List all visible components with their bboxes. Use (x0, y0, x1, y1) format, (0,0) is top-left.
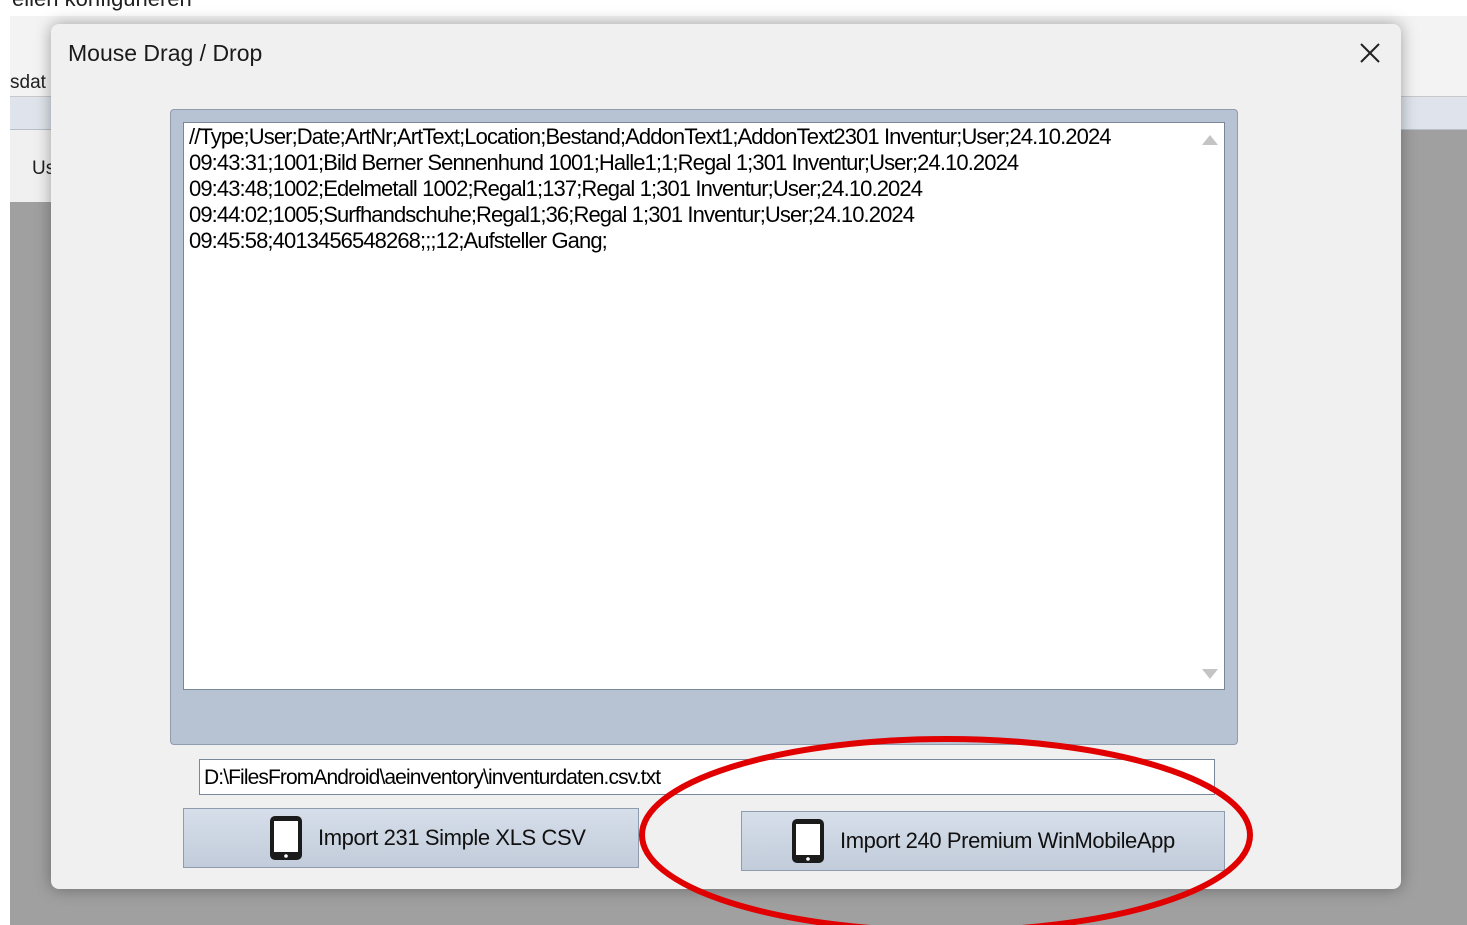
csv-line: 09:45:58;4013456548268;;;12;Aufsteller G… (189, 228, 608, 253)
import-240-label: Import 240 Premium WinMobileApp (840, 828, 1175, 853)
csv-line: 09:43:31;1001;Bild Berner Sennenhund 100… (189, 150, 1019, 175)
vertical-scrollbar[interactable] (1196, 123, 1224, 689)
close-icon (1360, 43, 1380, 63)
csv-line: 09:44:02;1005;Surfhandschuhe;Regal1;36;R… (189, 202, 915, 227)
scroll-down-arrow-icon[interactable] (1202, 669, 1218, 679)
csv-line: 09:43:48;1002;Edelmetall 1002;Regal1;137… (189, 176, 923, 201)
csv-content-text: //Type;User;Date;ArtNr;ArtText;Location;… (189, 124, 1194, 254)
scroll-up-arrow-icon[interactable] (1202, 135, 1218, 145)
import-231-label: Import 231 Simple XLS CSV (318, 825, 586, 850)
close-button[interactable] (1349, 32, 1391, 74)
background-side-panel: Us (10, 130, 56, 202)
file-path-field[interactable]: D:\FilesFromAndroid\aeinventory\inventur… (199, 759, 1215, 795)
drop-panel[interactable]: //Type;User;Date;ArtNr;ArtText;Location;… (170, 109, 1238, 745)
mouse-drag-drop-dialog: Mouse Drag / Drop //Type;User;Date;ArtNr… (51, 24, 1401, 889)
tablet-icon (792, 819, 824, 863)
background-toolbar-text[interactable]: sdat (10, 72, 46, 94)
csv-content-textarea[interactable]: //Type;User;Date;ArtNr;ArtText;Location;… (183, 122, 1225, 690)
import-231-button[interactable]: Import 231 Simple XLS CSV (183, 808, 639, 868)
tablet-icon (270, 816, 302, 860)
background-app-title: eilen konfigurieren (10, 0, 1467, 16)
csv-line: //Type;User;Date;ArtNr;ArtText;Location;… (189, 124, 1112, 149)
import-240-button[interactable]: Import 240 Premium WinMobileApp (741, 811, 1225, 871)
dialog-title: Mouse Drag / Drop (68, 40, 263, 66)
